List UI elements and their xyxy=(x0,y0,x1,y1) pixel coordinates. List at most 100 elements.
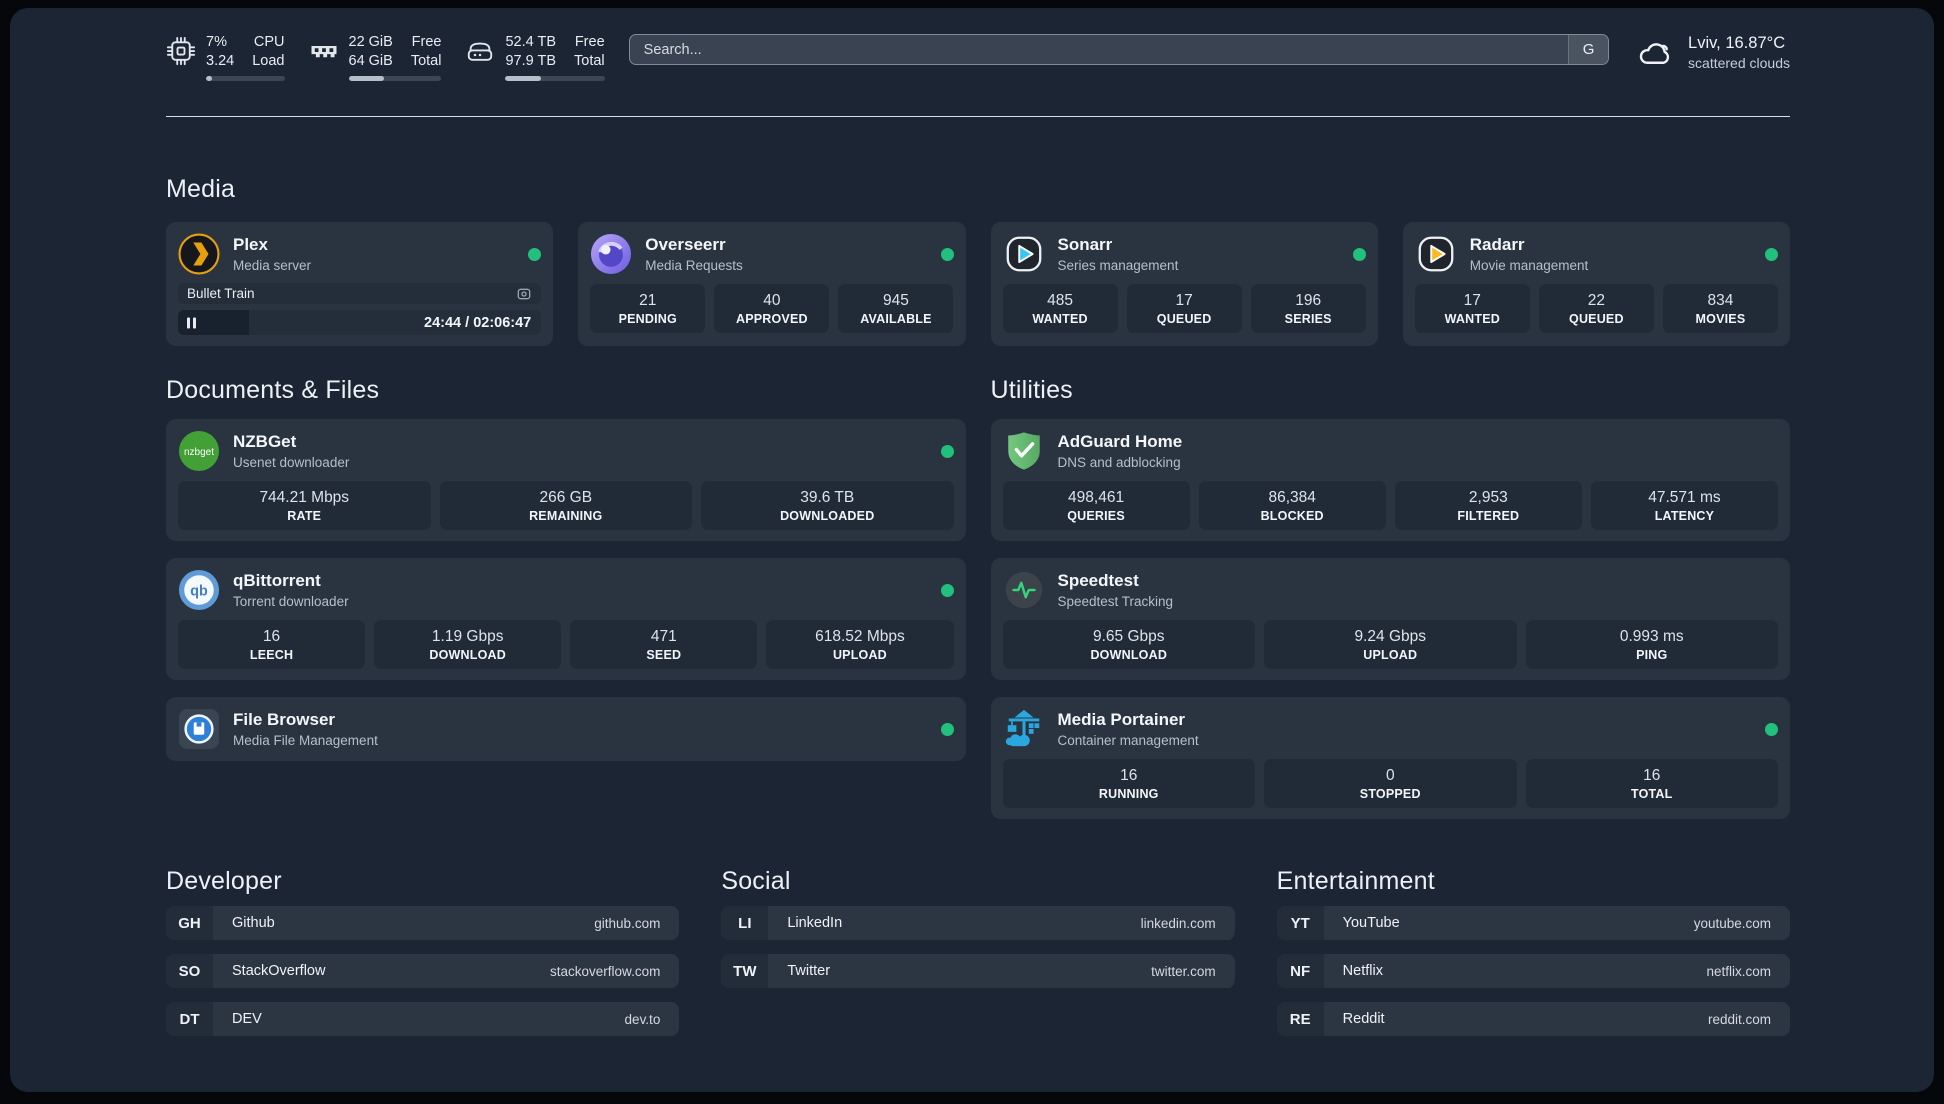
stat-box-seed: 471 SEED xyxy=(570,620,758,669)
app-name: Radarr xyxy=(1469,234,1525,254)
bookmark-sections: Developer GH Github github.com SO StackO… xyxy=(166,867,1790,1036)
pause-icon[interactable] xyxy=(187,317,196,328)
app-card-header: nzbget NZBGet Usenet downloader xyxy=(178,430,954,472)
memory-progress-bar xyxy=(348,76,442,81)
stat-label: UPLOAD xyxy=(1363,648,1418,662)
stat-box-queries: 498,461 QUERIES xyxy=(1002,481,1190,530)
stat-box-upload: 9.24 Gbps UPLOAD xyxy=(1264,620,1517,669)
link-row-github[interactable]: GH Github github.com xyxy=(166,906,680,940)
utilities-apps: AdGuard Home DNS and adblocking 498,461 … xyxy=(990,419,1790,819)
app-card-text: File Browser Media File Management xyxy=(233,709,378,750)
documents-apps: nzbget NZBGet Usenet downloader 744.21 M… xyxy=(166,419,966,761)
stat-box-queued: 17 QUEUED xyxy=(1126,284,1242,333)
app-card-radarr[interactable]: Radarr Movie management 17 WANTED 22 QUE… xyxy=(1402,222,1790,346)
stat-box-total: 16 TOTAL xyxy=(1525,759,1778,808)
link-name: LinkedIn xyxy=(787,915,843,931)
qbittorrent-icon: qb xyxy=(178,569,220,611)
app-card-text: Radarr Movie management xyxy=(1470,234,1589,275)
memory-stat-body: 22 GiB 64 GiB Free Total xyxy=(348,33,442,81)
playback-progress-bar[interactable]: 24:44 / 02:06:47 xyxy=(178,310,542,335)
stat-label: REMAINING xyxy=(529,509,603,523)
stat-label: AVAILABLE xyxy=(860,312,932,326)
app-card-nzbget[interactable]: nzbget NZBGet Usenet downloader 744.21 M… xyxy=(166,419,966,541)
app-card-speedtest[interactable]: Speedtest Speedtest Tracking 9.65 Gbps D… xyxy=(990,558,1790,680)
app-card-text: qBittorrent Torrent downloader xyxy=(233,570,349,611)
app-name: Media Portainer xyxy=(1057,709,1186,729)
app-card-overseerr[interactable]: Overseerr Media Requests 21 PENDING 40 A… xyxy=(578,222,966,346)
link-row-stackoverflow[interactable]: SO StackOverflow stackoverflow.com xyxy=(166,954,680,988)
link-row-twitter[interactable]: TW Twitter twitter.com xyxy=(721,954,1235,988)
stat-value: 9.24 Gbps xyxy=(1354,628,1427,645)
app-card-header: File Browser Media File Management xyxy=(178,708,954,750)
memory-stat-labels: Free Total xyxy=(410,34,442,69)
stat-value: 16 xyxy=(1120,767,1138,784)
search-input[interactable] xyxy=(629,35,1569,64)
link-url: youtube.com xyxy=(1693,915,1771,931)
app-description: Speedtest Tracking xyxy=(1057,593,1174,609)
stat-value: 196 xyxy=(1295,292,1322,309)
stat-label: DOWNLOAD xyxy=(429,648,506,662)
stat-label: MOVIES xyxy=(1695,312,1746,326)
stat-box-rate: 744.21 Mbps RATE xyxy=(178,481,431,530)
stat-label: RATE xyxy=(287,509,322,523)
links-section-social: Social LI LinkedIn linkedin.com TW Twitt… xyxy=(721,867,1235,1036)
filebrowser-icon xyxy=(178,708,220,750)
disk-stat-labels: Free Total xyxy=(574,34,605,69)
stat-value: 744.21 Mbps xyxy=(259,489,350,506)
stat-value: 0.993 ms xyxy=(1619,628,1684,645)
app-card-plex[interactable]: Plex Media server Bullet Train 24:44 / 0… xyxy=(166,222,554,346)
app-card-qbittorrent[interactable]: qb qBittorrent Torrent downloader 16 LEE… xyxy=(166,558,966,680)
stat-label: QUEUED xyxy=(1156,312,1212,326)
link-name: StackOverflow xyxy=(232,963,326,979)
link-row-netflix[interactable]: NF Netflix netflix.com xyxy=(1276,954,1790,988)
app-card-file-browser[interactable]: File Browser Media File Management xyxy=(166,697,966,761)
app-card-header: AdGuard Home DNS and adblocking xyxy=(1003,430,1779,472)
stat-value: 47.571 ms xyxy=(1648,489,1721,506)
search-engine-button[interactable]: G xyxy=(1568,35,1609,64)
top-bar: 7% 3.24 CPU Load 22 GiB 64 GiB Free Total 52… xyxy=(166,33,1790,81)
app-card-header: Sonarr Series management xyxy=(1003,233,1366,275)
link-abbr: SO xyxy=(166,954,213,988)
now-playing-title: Bullet Train xyxy=(187,286,255,301)
stat-box-series: 196 SERIES xyxy=(1250,284,1366,333)
stat-box-stopped: 0 STOPPED xyxy=(1264,759,1517,808)
link-name: Reddit xyxy=(1342,1011,1385,1027)
dashboard-panel: 7% 3.24 CPU Load 22 GiB 64 GiB Free Total 52… xyxy=(10,8,1934,1092)
memory-stat: 22 GiB 64 GiB Free Total xyxy=(309,33,442,81)
stat-box-blocked: 86,384 BLOCKED xyxy=(1198,481,1386,530)
link-url: dev.to xyxy=(624,1011,661,1027)
app-description: Usenet downloader xyxy=(233,454,350,470)
media-apps-grid: Plex Media server Bullet Train 24:44 / 0… xyxy=(166,222,1790,346)
app-stats-row: 21 PENDING 40 APPROVED 945 AVAILABLE xyxy=(590,284,954,333)
header-divider xyxy=(166,116,1790,117)
link-row-dev[interactable]: DT DEV dev.to xyxy=(166,1002,680,1036)
app-description: DNS and adblocking xyxy=(1057,454,1181,470)
link-pill: LinkedIn linkedin.com xyxy=(768,906,1235,940)
link-row-youtube[interactable]: YT YouTube youtube.com xyxy=(1276,906,1790,940)
search-bar[interactable]: G xyxy=(628,34,1610,65)
link-rows: YT YouTube youtube.com NF Netflix netfli… xyxy=(1276,906,1790,1036)
app-card-text: NZBGet Usenet downloader xyxy=(233,431,349,472)
portainer-icon xyxy=(1003,708,1045,750)
app-card-sonarr[interactable]: Sonarr Series management 485 WANTED 17 Q… xyxy=(990,222,1378,346)
ram-icon xyxy=(309,36,339,66)
app-card-adguard-home[interactable]: AdGuard Home DNS and adblocking 498,461 … xyxy=(990,419,1790,541)
app-name: Plex xyxy=(233,234,268,254)
stat-value: 21 xyxy=(639,292,657,309)
link-row-linkedin[interactable]: LI LinkedIn linkedin.com xyxy=(721,906,1235,940)
system-stats: 7% 3.24 CPU Load 22 GiB 64 GiB Free Total 52… xyxy=(166,33,605,81)
app-name: NZBGet xyxy=(233,431,297,451)
app-card-text: Plex Media server xyxy=(233,234,311,275)
stat-box-download: 9.65 Gbps DOWNLOAD xyxy=(1002,620,1255,669)
app-stats-row: 17 WANTED 22 QUEUED 834 MOVIES xyxy=(1414,284,1778,333)
app-description: Container management xyxy=(1057,732,1199,748)
stat-label: RUNNING xyxy=(1098,787,1159,801)
disk-icon xyxy=(465,36,495,66)
cpu-stat-body: 7% 3.24 CPU Load xyxy=(206,33,285,81)
weather-condition: scattered clouds xyxy=(1688,55,1790,71)
app-card-media-portainer[interactable]: Media Portainer Container management 16 … xyxy=(990,697,1790,819)
stat-value: 945 xyxy=(883,292,909,309)
cast-icon[interactable] xyxy=(516,286,532,302)
status-indicator-online xyxy=(940,583,954,597)
link-row-reddit[interactable]: RE Reddit reddit.com xyxy=(1276,1002,1790,1036)
